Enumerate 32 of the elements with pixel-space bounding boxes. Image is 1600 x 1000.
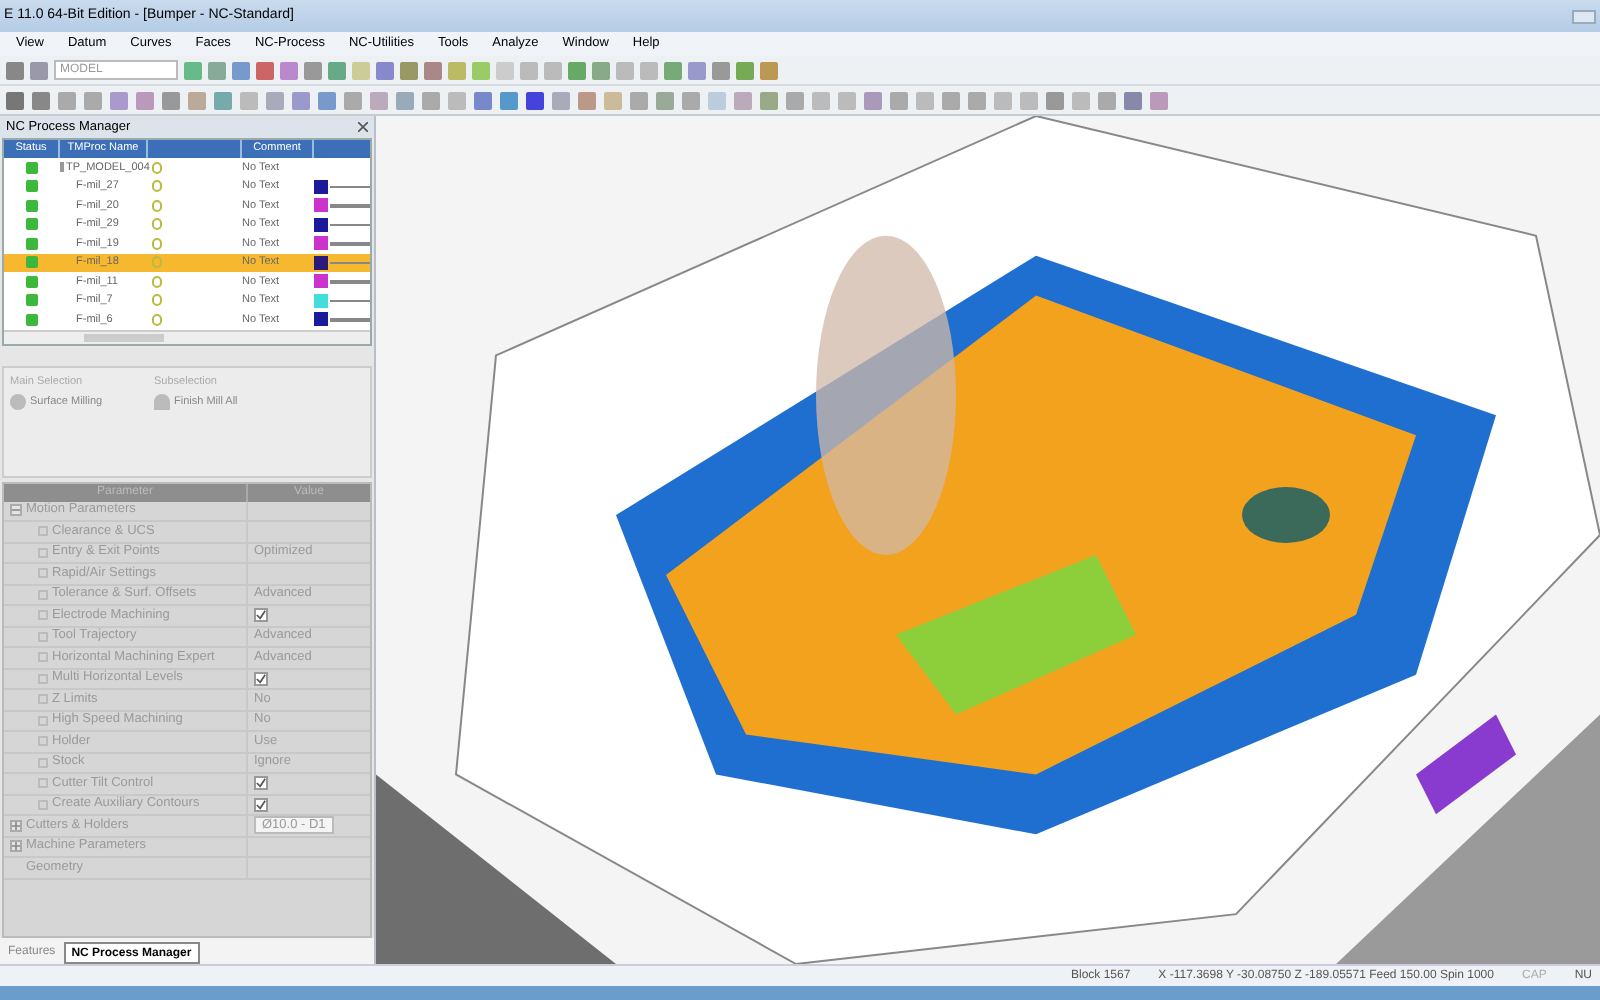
checkbox[interactable]	[254, 797, 268, 812]
tree-pin-icon	[38, 631, 48, 642]
checkbox[interactable]	[254, 671, 268, 686]
window-controls-icon[interactable]	[1572, 9, 1596, 23]
line-style-icon	[330, 204, 370, 207]
checkbox[interactable]	[254, 608, 268, 623]
tree-pin-icon	[38, 778, 48, 789]
line-style-icon	[330, 261, 370, 264]
tree-pin-icon	[38, 694, 48, 705]
line-style-icon	[330, 223, 370, 226]
tree-pin-icon	[38, 568, 48, 579]
tree-pin-icon	[38, 799, 48, 810]
tree-pin-icon	[38, 757, 48, 768]
close-icon[interactable]	[358, 122, 368, 132]
tree-pin-icon	[38, 526, 48, 537]
line-style-icon	[330, 242, 370, 245]
mold-3d-drawing[interactable]	[376, 116, 1600, 964]
checkbox[interactable]	[254, 776, 268, 791]
tree-pin-icon	[38, 715, 48, 726]
tree-pin-icon	[38, 673, 48, 684]
tree-pin-icon	[38, 589, 48, 600]
expander-icon[interactable]	[10, 840, 22, 853]
tree-pin-icon	[38, 547, 48, 558]
tree-pin-icon	[38, 610, 48, 621]
line-style-icon	[330, 185, 370, 188]
expander-icon[interactable]	[10, 504, 22, 517]
line-style-icon	[330, 318, 370, 321]
tree-pin-icon	[38, 652, 48, 663]
line-style-icon	[330, 299, 370, 302]
tree-pin-icon	[38, 736, 48, 747]
line-style-icon	[330, 280, 370, 283]
expander-icon[interactable]	[10, 819, 22, 832]
